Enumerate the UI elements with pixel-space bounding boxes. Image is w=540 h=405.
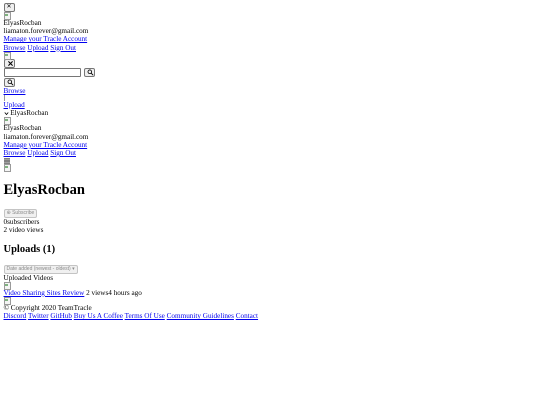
dropdown-sign-out-link[interactable]: Sign Out <box>50 149 76 157</box>
footer-twitter-link[interactable]: Twitter <box>28 312 49 320</box>
footer-links: Discord Twitter GitHub Buy Us A Coffee T… <box>4 312 540 320</box>
search-button[interactable] <box>83 67 95 77</box>
footer-contact-link[interactable]: Contact <box>236 312 258 320</box>
video-age: 4 hours ago <box>108 288 142 297</box>
footer-discord-link[interactable]: Discord <box>4 312 27 320</box>
channel-banner <box>3 164 11 173</box>
page: ✕ ElyasRocban liamaton.forever@gmail.com… <box>0 0 540 320</box>
close-search-button[interactable] <box>3 58 15 68</box>
video-views-count: 2 views <box>86 288 109 297</box>
footer-coffee-link[interactable]: Buy Us A Coffee <box>74 312 123 320</box>
account-panel: ✕ ElyasRocban liamaton.forever@gmail.com… <box>3 3 540 52</box>
footer-terms-link[interactable]: Terms Of Use <box>125 312 165 320</box>
channel-name: ElyasRocban <box>3 182 85 199</box>
subscribe-label: Subscribe <box>12 210 35 217</box>
video-title-link[interactable]: Video Sharing Sites Review <box>4 289 85 297</box>
close-button[interactable]: ✕ <box>3 3 15 12</box>
video-thumbnail[interactable] <box>3 281 11 290</box>
account-username: ElyasRocban <box>3 19 42 27</box>
nav-browse[interactable]: Browse <box>4 87 26 95</box>
dropdown-browse-link[interactable]: Browse <box>4 149 26 157</box>
nav-upload[interactable]: Upload <box>4 101 25 109</box>
search-icon <box>7 79 13 86</box>
dropdown-caret-icon: ▾ <box>72 265 75 272</box>
upload-link[interactable]: Upload <box>27 44 48 52</box>
search-input[interactable] <box>3 67 81 77</box>
video-item: Video Sharing Sites Review 2 views4 hour… <box>4 289 540 297</box>
site-logo[interactable] <box>3 51 11 60</box>
sign-out-link[interactable]: Sign Out <box>50 44 76 52</box>
dropdown-avatar <box>3 117 11 126</box>
user-menu-toggle[interactable]: ElyasRocban <box>3 109 540 118</box>
search-bar <box>3 67 540 77</box>
dropdown-upload-link[interactable]: Upload <box>27 149 48 157</box>
search-icon <box>87 69 93 76</box>
video-views: 2 video views <box>3 226 44 235</box>
uploads-heading: Uploads (1) <box>3 243 56 255</box>
footer-guidelines-link[interactable]: Community Guidelines <box>167 312 234 320</box>
search-toggle-button[interactable] <box>3 77 15 87</box>
sort-select[interactable]: Date added (newest - oldest) ▾ <box>3 264 78 274</box>
dropdown-manage-link[interactable]: Manage your Tracle Account <box>4 141 88 149</box>
chevron-down-icon <box>3 112 9 116</box>
avatar <box>3 12 11 20</box>
subscribe-button[interactable]: ⊕ Subscribe <box>3 209 38 219</box>
account-links: Browse Upload Sign Out <box>4 44 540 52</box>
footer-logo <box>3 297 11 306</box>
account-email: liamaton.forever@gmail.com <box>3 27 89 36</box>
dropdown-username: ElyasRocban <box>3 124 42 133</box>
close-icon <box>7 60 13 66</box>
dropdown-email: liamaton.forever@gmail.com <box>3 132 89 141</box>
manage-account-link[interactable]: Manage your Tracle Account <box>4 35 88 43</box>
footer-github-link[interactable]: GitHub <box>50 312 72 320</box>
copyright: © Copyright 2020 TeamTracle <box>3 304 92 313</box>
user-dropdown: ElyasRocban liamaton.forever@gmail.com M… <box>3 117 540 157</box>
dropdown-links: Browse Upload Sign Out <box>4 149 540 157</box>
uploaded-videos-label: Uploaded Videos <box>3 273 54 282</box>
subscribers: 0subscribers <box>4 218 540 226</box>
subscribers-label: subscribers <box>7 218 40 227</box>
sort-label: Date added (newest - oldest) <box>6 265 71 272</box>
browse-link[interactable]: Browse <box>4 44 26 52</box>
user-menu-name: ElyasRocban <box>10 109 49 118</box>
